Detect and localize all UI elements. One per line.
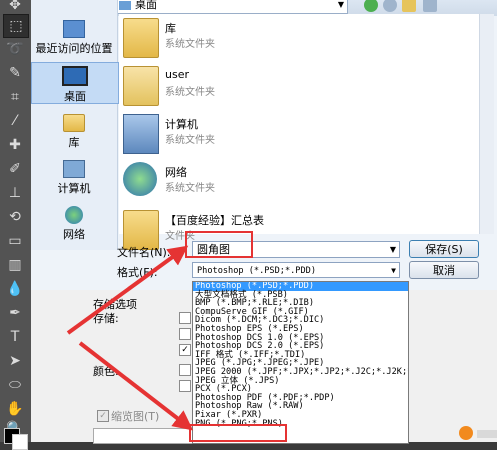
arrow-to-filename <box>66 245 189 335</box>
annotation-arrows <box>66 245 194 431</box>
arrow-to-png <box>78 341 194 431</box>
